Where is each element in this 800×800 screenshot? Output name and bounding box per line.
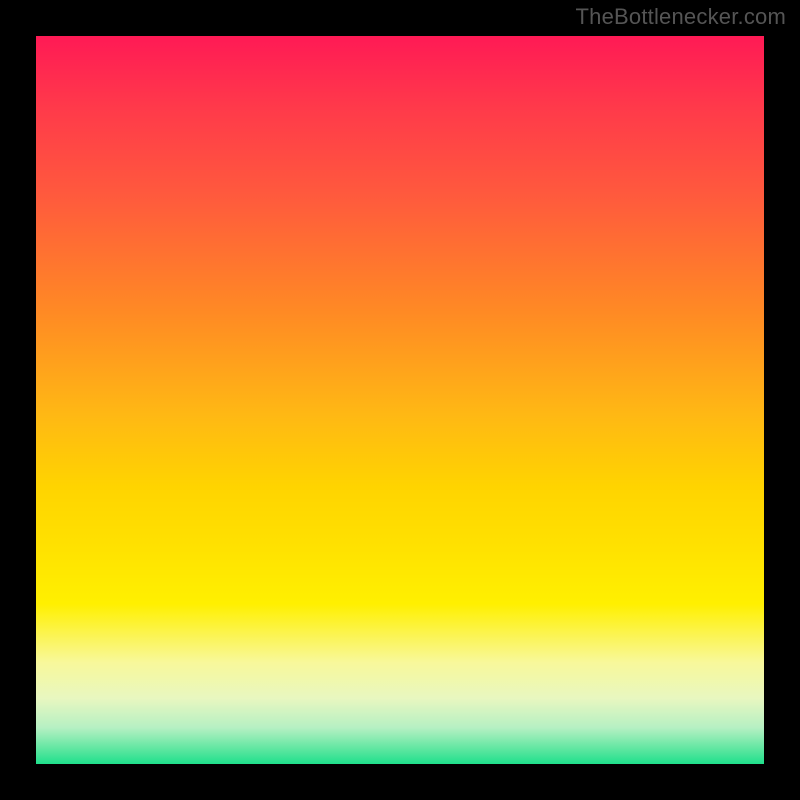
watermark-label: TheBottlenecker.com: [576, 4, 786, 30]
heat-gradient-background: [36, 36, 764, 764]
plot-area: [36, 36, 764, 764]
chart-container: TheBottlenecker.com: [0, 0, 800, 800]
